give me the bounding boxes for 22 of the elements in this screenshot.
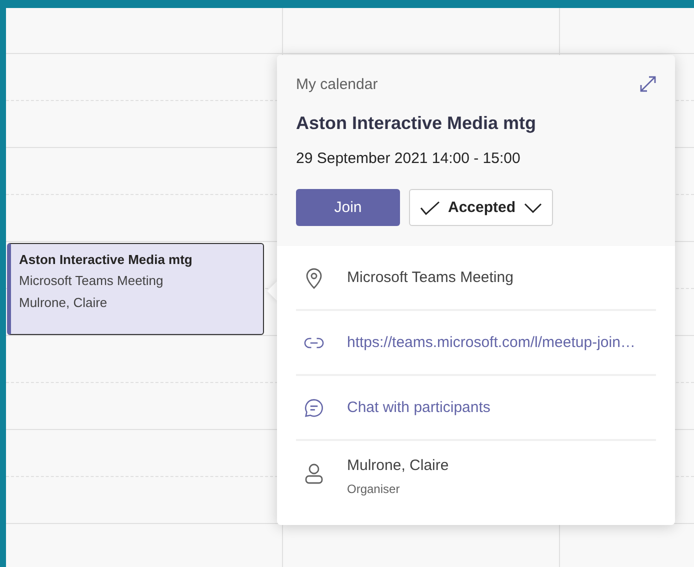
chat-bubble-icon (304, 396, 324, 418)
event-location: Microsoft Teams Meeting (19, 272, 164, 290)
link-icon (304, 336, 324, 348)
person-icon (304, 463, 324, 485)
event-title: Aston Interactive Media mtg (296, 113, 538, 134)
organiser-role: Organiser (347, 482, 401, 496)
caret-icon (524, 202, 542, 212)
response-dropdown[interactable]: Accepted (409, 189, 553, 226)
location-pin-icon (304, 266, 324, 288)
meeting-link[interactable]: https://teams.microsoft.com/l/meetup-join… (347, 334, 636, 351)
location-text: Microsoft Teams Meeting (347, 269, 514, 286)
calendar-slot[interactable] (283, 8, 560, 54)
expand-icon[interactable] (639, 75, 657, 93)
calendar-slot[interactable] (6, 8, 283, 54)
event-organiser: Mulrone, Claire (19, 294, 108, 312)
event-title: Aston Interactive Media mtg (19, 251, 194, 269)
calendar-name: My calendar (296, 76, 378, 92)
event-card[interactable]: Aston Interactive Media mtg Microsoft Teams Meeting Mulrone, Claire (7, 243, 264, 335)
join-button[interactable]: Join (296, 189, 400, 226)
chat-link[interactable]: Chat with participants (347, 399, 490, 416)
event-datetime: 29 September 2021 14:00 - 15:00 (296, 150, 522, 167)
organiser-name: Mulrone, Claire (347, 457, 449, 474)
